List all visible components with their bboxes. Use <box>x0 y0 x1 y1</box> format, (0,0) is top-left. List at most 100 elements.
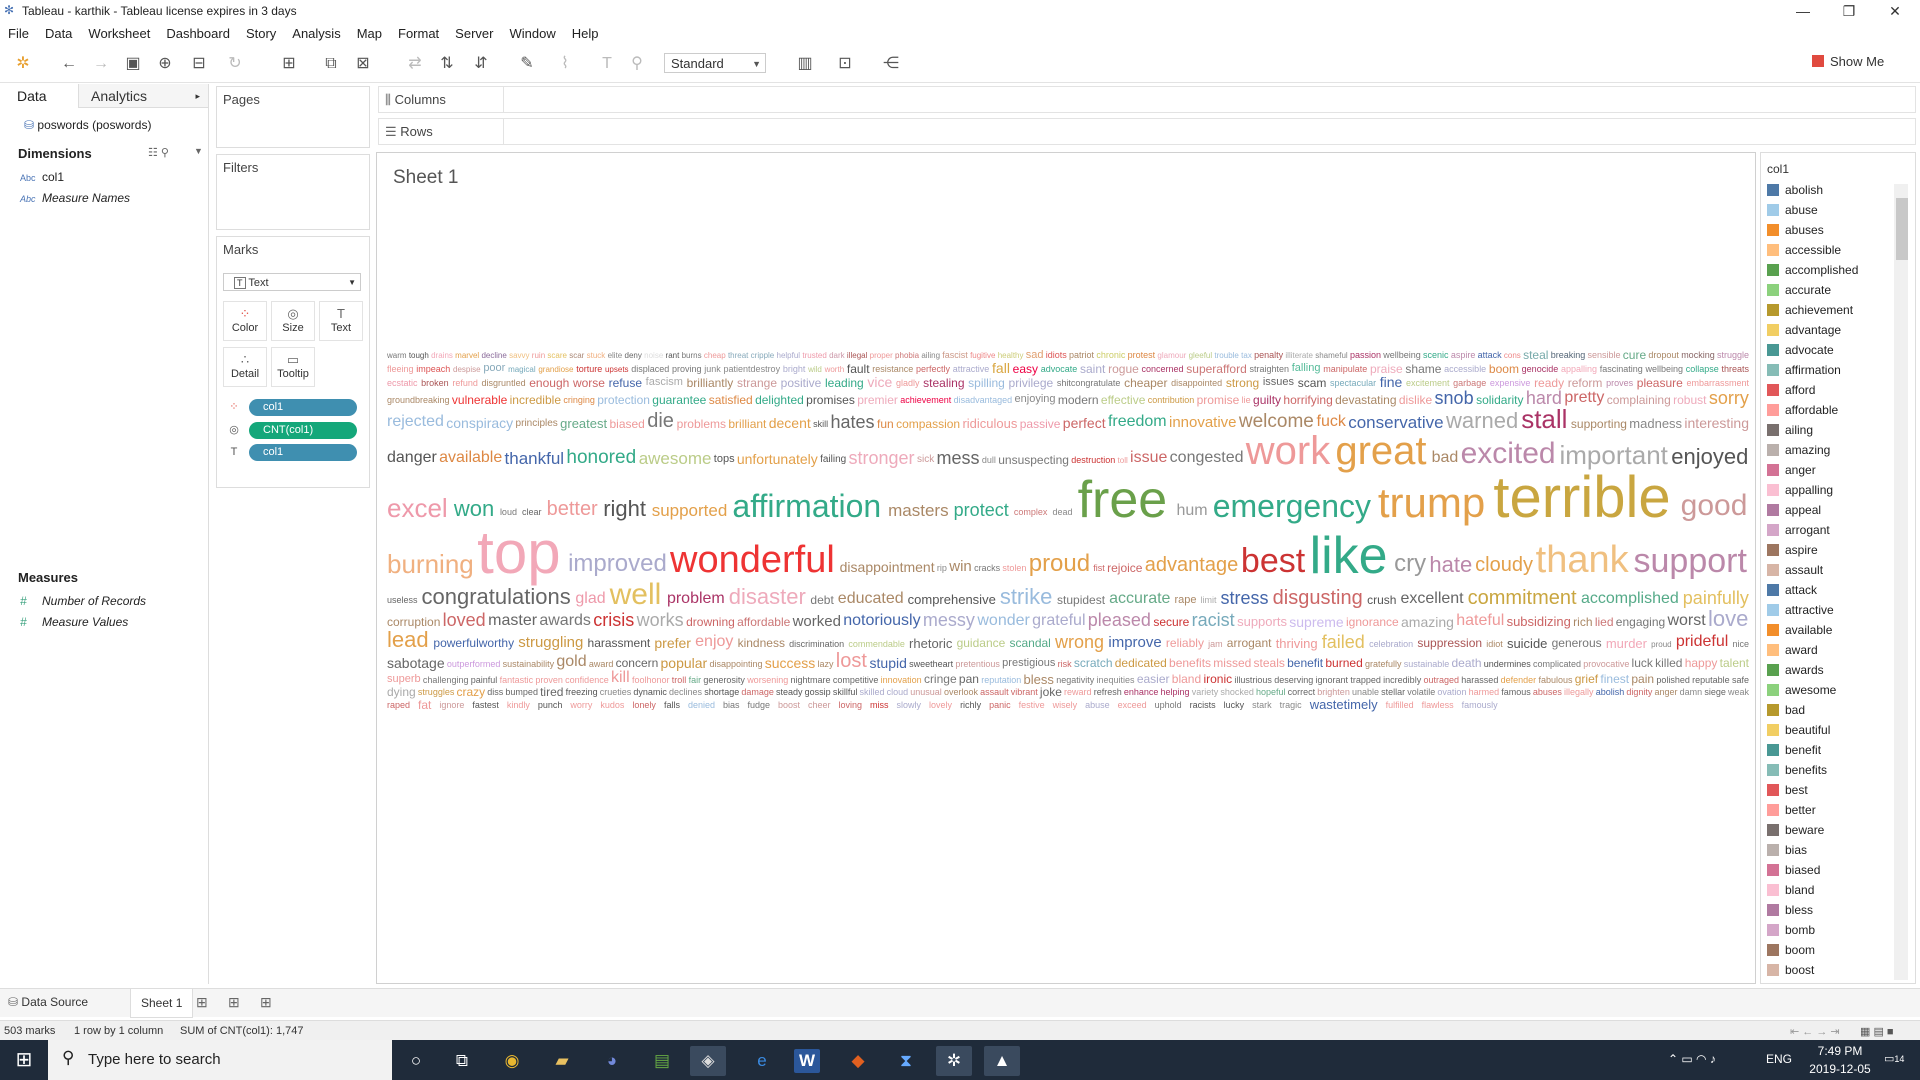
word-cloud-word[interactable]: undermines <box>1484 659 1531 669</box>
word-cloud-word[interactable]: toll <box>1118 456 1128 465</box>
word-cloud-word[interactable]: rejoice <box>1107 562 1142 574</box>
word-cloud-word[interactable]: generosity <box>703 675 745 685</box>
clock-time[interactable]: 7:49 PM <box>1808 1044 1872 1058</box>
word-cloud-word[interactable]: pleasure <box>1637 377 1683 389</box>
word-cloud-word[interactable]: disgruntled <box>482 378 526 388</box>
legend-item[interactable]: achievement <box>1767 303 1853 317</box>
word-cloud-word[interactable]: brilliant <box>728 418 766 430</box>
word-cloud-word[interactable]: crazy <box>456 686 485 698</box>
word-cloud-word[interactable]: ovation <box>1437 688 1466 697</box>
word-cloud-word[interactable]: deserving <box>1274 675 1313 685</box>
word-cloud-word[interactable]: useless <box>387 596 418 605</box>
word-cloud-word[interactable]: torture <box>576 365 602 374</box>
word-cloud-word[interactable]: crisis <box>593 611 634 629</box>
word-cloud-word[interactable]: modern <box>1058 394 1099 406</box>
show-me-button[interactable]: Show Me <box>1812 54 1884 69</box>
word-cloud-word[interactable]: abolish <box>1596 688 1625 697</box>
word-cloud-word[interactable]: harmed <box>1469 688 1500 697</box>
view-toggle-icon[interactable]: ☷ ⚲ <box>148 146 169 159</box>
tooltip-button[interactable]: ▭ Tooltip <box>271 347 315 387</box>
word-cloud-word[interactable]: ignorant <box>1316 675 1349 685</box>
word-cloud-word[interactable]: suicide <box>1507 637 1547 650</box>
word-cloud-word[interactable]: scenic <box>1423 351 1449 360</box>
word-cloud-word[interactable]: fun <box>877 418 894 430</box>
legend-item[interactable]: available <box>1767 623 1832 637</box>
word-cloud-word[interactable]: tough <box>409 352 429 360</box>
word-cloud-word[interactable]: grief <box>1575 673 1598 685</box>
word-cloud-word[interactable]: masters <box>888 502 948 519</box>
word-cloud-word[interactable]: refuse <box>609 377 642 389</box>
word-cloud-word[interactable]: groundbreaking <box>387 396 450 405</box>
word-cloud-word[interactable]: stolen <box>1002 564 1026 573</box>
word-cloud-word[interactable]: manipulate <box>1323 365 1367 374</box>
word-cloud-word[interactable]: concern <box>616 657 659 669</box>
word-cloud-word[interactable]: danger <box>387 450 437 466</box>
word-cloud-word[interactable]: ready <box>1534 377 1564 389</box>
word-cloud-word[interactable]: sabotage <box>387 656 445 670</box>
word-cloud-word[interactable]: solidarity <box>1476 394 1523 406</box>
minimize-button[interactable]: — <box>1780 0 1826 22</box>
word-cloud-word[interactable]: junk <box>704 365 721 374</box>
notepad-icon[interactable]: ▤ <box>644 1046 680 1076</box>
word-cloud-word[interactable]: generous <box>1552 637 1602 649</box>
word-cloud-word[interactable]: famously <box>1462 701 1498 710</box>
word-cloud-word[interactable]: threats <box>1721 365 1749 374</box>
word-cloud-word[interactable]: garbage <box>1453 378 1486 388</box>
legend-item[interactable]: arrogant <box>1767 523 1830 537</box>
word-cloud-word[interactable]: scar <box>569 352 584 360</box>
word-cloud-word[interactable]: conspiracy <box>446 416 513 430</box>
word-cloud-word[interactable]: award <box>589 659 614 669</box>
word-cloud-word[interactable]: elite <box>608 352 623 360</box>
word-cloud-word[interactable]: struggles <box>418 688 455 697</box>
word-cloud-word[interactable]: collapse <box>1686 365 1719 374</box>
word-cloud-word[interactable]: panic <box>989 701 1011 710</box>
word-cloud-word[interactable]: bumped <box>505 688 538 697</box>
clock-date[interactable]: 2019-12-05 <box>1802 1062 1878 1076</box>
word-cloud-word[interactable]: stellar <box>1381 688 1405 697</box>
word-cloud-word[interactable]: shameful <box>1315 352 1347 360</box>
word-cloud-word[interactable]: supreme <box>1289 615 1343 629</box>
word-cloud-word[interactable]: supports <box>1237 615 1287 628</box>
word-cloud-word[interactable]: cheaper <box>1124 377 1167 389</box>
word-cloud-word[interactable]: worth <box>825 365 845 374</box>
word-cloud-word[interactable]: worry <box>570 701 592 710</box>
word-cloud-word[interactable]: refresh <box>1094 688 1122 697</box>
word-cloud-word[interactable]: attractive <box>953 365 990 374</box>
word-cloud-word[interactable]: deny <box>625 352 642 360</box>
word-cloud-word[interactable]: ironic <box>1203 673 1232 685</box>
share-icon[interactable]: ⋲ <box>880 54 902 74</box>
word-cloud-word[interactable]: happy <box>1685 657 1718 669</box>
word-cloud-word[interactable]: finest <box>1600 673 1629 685</box>
word-cloud-word[interactable]: fascist <box>942 351 968 360</box>
word-cloud-word[interactable]: perfect <box>1063 416 1106 430</box>
word-cloud-word[interactable]: stealing <box>923 377 964 389</box>
word-cloud-word[interactable]: damage <box>741 688 774 697</box>
clear-sheet-icon[interactable]: ⊠ <box>352 54 374 74</box>
word-cloud-word[interactable]: steady <box>776 688 803 697</box>
word-cloud-word[interactable]: improve <box>1108 635 1161 650</box>
word-cloud-word[interactable]: falling <box>1292 363 1321 374</box>
word-cloud-word[interactable]: lovely <box>929 701 952 710</box>
word-cloud-word[interactable]: struggle <box>1717 351 1749 360</box>
word-cloud-word[interactable]: painful <box>471 675 498 685</box>
word-cloud-word[interactable]: impeach <box>416 365 450 374</box>
tab-data[interactable]: Data <box>0 84 78 108</box>
word-cloud-word[interactable]: lonely <box>632 701 656 710</box>
word-cloud-word[interactable]: vice <box>867 375 892 389</box>
word-cloud-word[interactable]: guilty <box>1253 394 1281 406</box>
word-cloud-word[interactable]: won <box>454 497 494 520</box>
duplicate-icon[interactable]: ⧉ <box>320 54 342 74</box>
word-cloud-word[interactable]: broken <box>421 378 449 388</box>
word-cloud-word[interactable]: strange <box>737 377 777 389</box>
word-cloud-word[interactable]: biased <box>609 418 644 430</box>
word-cloud-word[interactable]: trapped <box>1350 675 1381 685</box>
legend-item[interactable]: abuse <box>1767 203 1818 217</box>
word-cloud-word[interactable]: reputable <box>1692 675 1730 685</box>
word-cloud-word[interactable]: terrible <box>1493 469 1670 527</box>
word-cloud-word[interactable]: attack <box>1478 351 1502 360</box>
word-cloud-word[interactable]: glad <box>575 590 605 607</box>
word-cloud-word[interactable]: tragic <box>1280 701 1302 710</box>
word-cloud-word[interactable]: principles <box>516 419 558 429</box>
word-cloud-word[interactable]: dead <box>1053 508 1073 517</box>
word-cloud-word[interactable]: better <box>547 499 598 519</box>
